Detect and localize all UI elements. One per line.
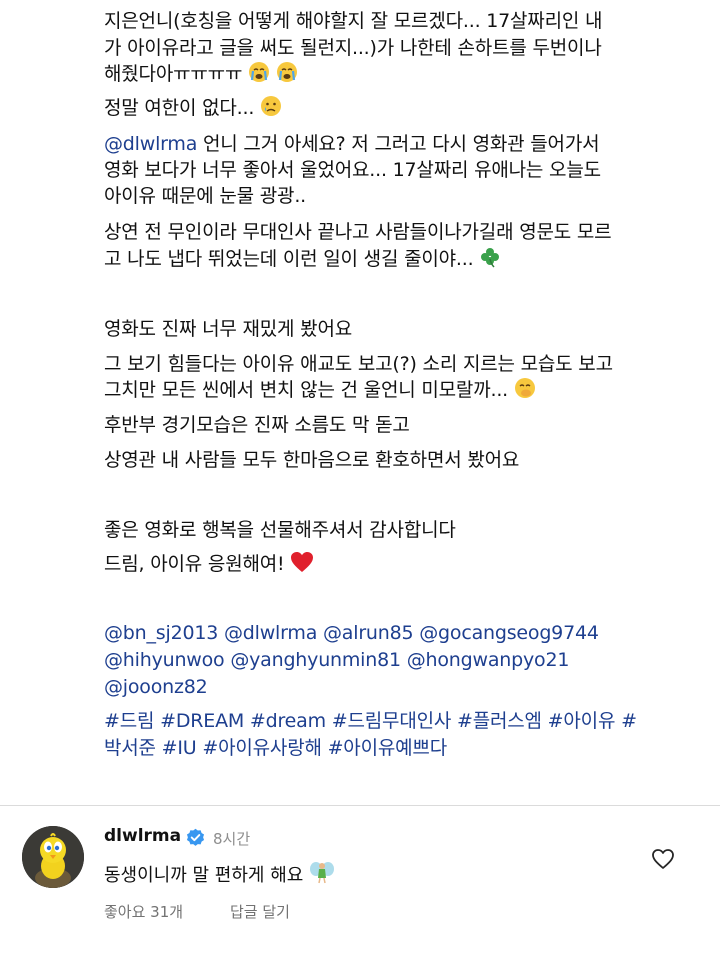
- clover-icon: [481, 248, 500, 268]
- mentions-line[interactable]: @jooonz82: [104, 674, 208, 700]
- caption-line: 상연 전 무인이라 무대인사 끝나고 사람들이나가길래 영문도 모르: [104, 221, 612, 243]
- caption-text: 그치만 모든 씬에서 변치 않는 건 울언니 미모랄까...: [104, 379, 508, 401]
- crying-face-icon: [249, 62, 270, 82]
- caption-line: 좋은 영화로 행복을 선물해주셔서 감사합니다: [104, 519, 456, 541]
- mentions-line[interactable]: @bn_sj2013 @dlwlrma @alrun85 @gocangseog…: [104, 620, 599, 646]
- caption-line: 가 아이유라고 글을 써도 될런지...)가 나한테 손하트를 두번이나: [104, 37, 602, 59]
- caption-line: 후반부 경기모습은 진짜 소름도 막 돋고: [104, 414, 410, 436]
- mention-link[interactable]: @dlwlrma: [104, 133, 197, 155]
- comment-username[interactable]: dlwlrma: [104, 826, 181, 846]
- caption-line: 그치만 모든 씬에서 변치 않는 건 울언니 미모랄까...: [104, 377, 536, 403]
- avatar[interactable]: [22, 826, 84, 888]
- red-heart-icon: [291, 552, 314, 572]
- caption-line: 영화도 진짜 너무 재밌게 봤어요: [104, 318, 352, 340]
- heart-outline-icon[interactable]: [651, 848, 675, 870]
- caption-line: 아이유 때문에 눈물 광광..: [104, 185, 306, 207]
- comment-body: 동생이니까 말 편하게 해요: [104, 865, 304, 886]
- caption-line: 정말 여한이 없다...: [104, 95, 282, 121]
- caption-line: 고 나도 냅다 뛰었는데 이런 일이 생길 줄이야...: [104, 246, 501, 272]
- comment-text: 동생이니까 말 편하게 해요: [104, 860, 335, 887]
- caption-line: 영화 보다가 너무 좋아서 울었어요... 17살짜리 유애나는 오늘도: [104, 159, 601, 181]
- caption-line: 그 보기 힘들다는 아이유 애교도 보고(?) 소리 지르는 모습도 보고: [104, 353, 613, 375]
- caption-line: 상영관 내 사람들 모두 한마음으로 환호하면서 봤어요: [104, 449, 520, 471]
- caption-text: 언니 그거 아세요? 저 그러고 다시 영화관 들어가서: [197, 133, 600, 155]
- caption-line: 해줬다아ㅠㅠㅠㅠ: [104, 61, 298, 87]
- fairy-icon: [310, 862, 335, 884]
- hashtags-line[interactable]: 박서준 #IU #아이유사랑해 #아이유예쁘다: [104, 735, 447, 761]
- caption-line: 드림, 아이유 응원해여!: [104, 551, 314, 577]
- caption-text: 드림, 아이유 응원해여!: [104, 553, 285, 575]
- caption-line: 지은언니(호칭을 어떻게 해야할지 잘 모르겠다... 17살짜리인 내: [104, 10, 603, 32]
- caption-text: 고 나도 냅다 뛰었는데 이런 일이 생길 줄이야...: [104, 248, 474, 270]
- sad-tear-face-icon: [261, 96, 282, 116]
- caption-line: @dlwlrma 언니 그거 아세요? 저 그러고 다시 영화관 들어가서: [104, 131, 600, 157]
- comment-likes-count[interactable]: 좋아요 31개: [104, 901, 183, 922]
- crying-face-icon: [276, 62, 297, 82]
- hashtags-line[interactable]: #드림 #DREAM #dream #드림무대인사 #플러스엠 #아이유 #: [104, 708, 637, 734]
- caption-text: 정말 여한이 없다...: [104, 97, 255, 119]
- caption-text: 해줬다아ㅠㅠㅠㅠ: [104, 63, 243, 85]
- comment-timestamp[interactable]: 8시간: [213, 828, 250, 849]
- mentions-line[interactable]: @hihyunwoo @yanghyunmin81 @hongwanpyo21: [104, 647, 569, 673]
- avatar-image: [22, 826, 84, 888]
- verified-badge-icon: [186, 828, 205, 846]
- reply-button[interactable]: 답글 달기: [230, 901, 290, 922]
- hand-over-mouth-face-icon: [514, 378, 535, 398]
